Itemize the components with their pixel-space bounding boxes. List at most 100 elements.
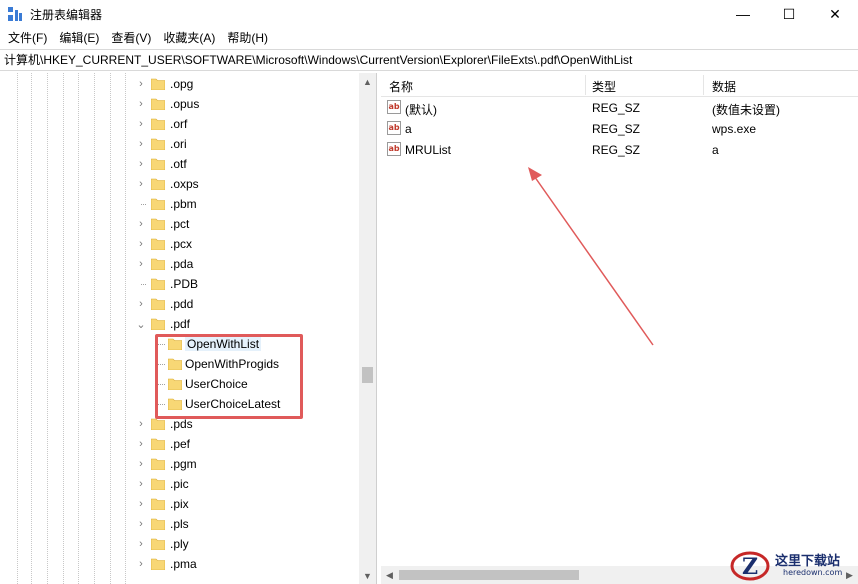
tree-item[interactable]: › .pct xyxy=(0,214,355,234)
chevron-down-icon[interactable]: ⌄ xyxy=(135,314,147,334)
tree-item[interactable]: › .ori xyxy=(0,134,355,154)
folder-icon xyxy=(151,458,165,470)
chevron-right-icon[interactable]: › xyxy=(135,254,147,274)
folder-icon xyxy=(151,438,165,450)
tree-vertical-scrollbar[interactable]: ▲ ▼ xyxy=(359,73,376,584)
minimize-button[interactable]: — xyxy=(720,0,766,28)
tree-item-label: .orf xyxy=(170,117,188,131)
tree-item[interactable]: › .pls xyxy=(0,514,355,534)
tree-item[interactable]: .PDB xyxy=(0,274,355,294)
regedit-icon xyxy=(8,7,22,21)
tree-item-label: .pbm xyxy=(170,197,197,211)
tree-item[interactable]: ⌄ .pdf xyxy=(0,314,355,334)
scroll-thumb[interactable] xyxy=(399,570,579,580)
value-name: MRUList xyxy=(405,143,452,157)
tree-item[interactable]: › .ply xyxy=(0,534,355,554)
tree-item[interactable]: › .opg xyxy=(0,74,355,94)
tree-item-label: .pix xyxy=(170,497,189,511)
tree-item[interactable]: › .pix xyxy=(0,494,355,514)
string-value-icon: ab xyxy=(387,121,401,135)
tree-item-label: .pdd xyxy=(170,297,194,311)
value-row[interactable]: ab a REG_SZ wps.exe xyxy=(381,118,858,139)
tree-item[interactable]: › .pgm xyxy=(0,454,355,474)
chevron-right-icon[interactable]: › xyxy=(135,414,147,434)
value-row[interactable]: ab (默认) REG_SZ (数值未设置) xyxy=(381,97,858,118)
chevron-right-icon[interactable]: › xyxy=(135,434,147,454)
tree-item[interactable]: › .pcx xyxy=(0,234,355,254)
menu-favorites[interactable]: 收藏夹(A) xyxy=(157,28,221,49)
folder-icon xyxy=(151,418,165,430)
tree-item[interactable]: › .orf xyxy=(0,114,355,134)
tree-item-label: .ply xyxy=(170,537,189,551)
folder-icon xyxy=(151,258,165,270)
tree-item[interactable]: › .pma xyxy=(0,554,355,574)
value-type: REG_SZ xyxy=(592,122,641,136)
scroll-down-icon[interactable]: ▼ xyxy=(359,567,376,584)
folder-icon xyxy=(151,538,165,550)
scroll-thumb[interactable] xyxy=(362,367,373,383)
chevron-right-icon[interactable]: › xyxy=(135,474,147,494)
folder-icon xyxy=(151,318,165,330)
chevron-right-icon[interactable]: › xyxy=(135,454,147,474)
chevron-right-icon[interactable]: › xyxy=(135,554,147,574)
column-data[interactable]: 数据 xyxy=(712,78,736,95)
tree-item[interactable]: › .otf xyxy=(0,154,355,174)
watermark-text: 这里下载站 xyxy=(775,554,841,569)
tree-item-label: .pgm xyxy=(170,457,197,471)
folder-icon xyxy=(151,238,165,250)
watermark-letter: Z xyxy=(742,554,758,580)
chevron-right-icon[interactable]: › xyxy=(135,74,147,94)
chevron-right-icon[interactable]: › xyxy=(135,94,147,114)
chevron-right-icon[interactable]: › xyxy=(135,114,147,134)
chevron-right-icon[interactable]: › xyxy=(135,494,147,514)
annotation-arrow xyxy=(528,167,654,346)
menu-view[interactable]: 查看(V) xyxy=(105,28,157,49)
folder-icon xyxy=(151,498,165,510)
column-name[interactable]: 名称 xyxy=(389,78,413,95)
value-row[interactable]: ab MRUList REG_SZ a xyxy=(381,139,858,160)
close-icon: ✕ xyxy=(829,5,841,22)
tree-item[interactable]: › .pdd xyxy=(0,294,355,314)
column-type[interactable]: 类型 xyxy=(592,78,616,95)
chevron-right-icon[interactable]: › xyxy=(135,214,147,234)
folder-icon xyxy=(151,198,165,210)
folder-icon xyxy=(151,558,165,570)
tree-item-label: .pef xyxy=(170,437,191,451)
chevron-right-icon[interactable]: › xyxy=(135,294,147,314)
tree-item-label: .opg xyxy=(170,77,194,91)
menu-file[interactable]: 文件(F) xyxy=(2,28,53,49)
tree-item-label: .pic xyxy=(170,477,189,491)
tree-item[interactable]: › .pic xyxy=(0,474,355,494)
chevron-right-icon[interactable]: › xyxy=(135,534,147,554)
menu-edit[interactable]: 编辑(E) xyxy=(53,28,105,49)
tree-item-label: .pda xyxy=(170,257,194,271)
column-separator[interactable] xyxy=(585,75,586,95)
tree-item[interactable]: › .pef xyxy=(0,434,355,454)
scroll-up-icon[interactable]: ▲ xyxy=(359,73,376,90)
menu-help[interactable]: 帮助(H) xyxy=(221,28,274,49)
chevron-right-icon[interactable]: › xyxy=(135,174,147,194)
tree-item[interactable]: › .pda xyxy=(0,254,355,274)
chevron-right-icon[interactable]: › xyxy=(135,514,147,534)
folder-icon xyxy=(151,158,165,170)
chevron-right-icon[interactable]: › xyxy=(135,234,147,254)
tree-connector xyxy=(135,194,147,214)
value-name: (默认) xyxy=(405,103,437,117)
watermark-url: heredown.com xyxy=(783,568,843,577)
tree-item[interactable]: › .oxps xyxy=(0,174,355,194)
value-type: REG_SZ xyxy=(592,143,641,157)
folder-icon xyxy=(151,98,165,110)
address-bar[interactable]: 计算机\HKEY_CURRENT_USER\SOFTWARE\Microsoft… xyxy=(0,49,858,71)
tree-item-label: .oxps xyxy=(170,177,199,191)
column-separator[interactable] xyxy=(703,75,704,95)
tree-item-label: .pds xyxy=(170,417,193,431)
chevron-right-icon[interactable]: › xyxy=(135,134,147,154)
close-button[interactable]: ✕ xyxy=(812,0,858,28)
folder-icon xyxy=(151,118,165,130)
scroll-left-icon[interactable]: ◀ xyxy=(381,566,398,584)
tree-item[interactable]: .pbm xyxy=(0,194,355,214)
maximize-button[interactable]: ☐ xyxy=(766,0,812,28)
tree-item[interactable]: › .opus xyxy=(0,94,355,114)
chevron-right-icon[interactable]: › xyxy=(135,154,147,174)
tree-connector xyxy=(135,274,147,294)
